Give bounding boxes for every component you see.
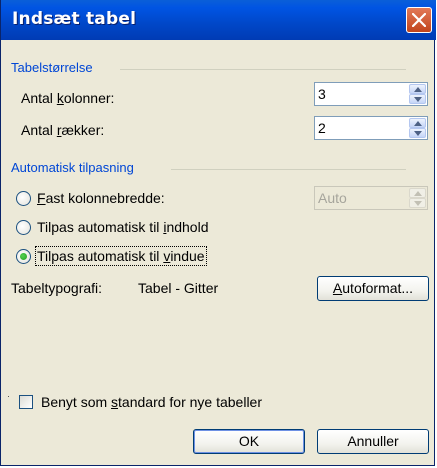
rows-label: Antal rækker:: [21, 122, 105, 138]
section-divider: [171, 169, 406, 170]
table-style-label: Tabeltypografi:: [11, 280, 103, 296]
fixed-width-increment-button: [409, 188, 426, 198]
cancel-button[interactable]: Annuller: [317, 429, 429, 454]
rows-value: 2: [318, 120, 326, 136]
autofit-content-radio[interactable]: [16, 220, 31, 235]
autofit-content-label[interactable]: Tilpas automatisk til indhold: [37, 219, 208, 235]
table-style-value: Tabel - Gitter: [138, 280, 219, 296]
set-default-label[interactable]: Benyt som standard for nye tabeller: [41, 394, 262, 410]
autofit-window-label[interactable]: Tilpas automatisk til vindue: [35, 246, 207, 266]
set-default-checkbox[interactable]: [19, 395, 33, 409]
chevron-up-icon: [414, 191, 422, 196]
fixed-width-spinner: Auto: [314, 186, 428, 210]
columns-spin-arrows: [409, 84, 426, 104]
fixed-width-spin-arrows: [409, 188, 426, 208]
window-title: Indsæt tabel: [12, 9, 137, 29]
fixed-width-decrement-button: [409, 198, 426, 208]
radio-selected-dot: [20, 253, 27, 260]
chevron-down-icon: [414, 131, 422, 136]
rows-spin-arrows: [409, 118, 426, 138]
insert-table-dialog: Indsæt tabel Tabelstørrelse Antal kolonn…: [0, 0, 436, 466]
chevron-down-icon: [414, 201, 422, 206]
section-divider: [120, 69, 406, 70]
autofit-window-radio[interactable]: [16, 249, 31, 264]
title-bar[interactable]: Indsæt tabel: [1, 0, 436, 40]
chevron-up-icon: [414, 121, 422, 126]
close-icon: [412, 13, 426, 27]
columns-value: 3: [318, 86, 326, 102]
section-title-table-size: Tabelstørrelse: [11, 60, 93, 75]
autoformat-button[interactable]: Autoformat...: [317, 276, 429, 301]
close-button[interactable]: [406, 7, 432, 33]
fixed-width-value: Auto: [318, 190, 347, 206]
columns-increment-button[interactable]: [409, 84, 426, 94]
section-title-autofit: Automatisk tilpasning: [11, 160, 134, 175]
columns-label: Antal kolonner:: [21, 90, 115, 106]
rows-spinner[interactable]: 2: [314, 116, 428, 140]
stray-dot: [8, 396, 9, 397]
chevron-up-icon: [414, 87, 422, 92]
ok-button[interactable]: OK: [193, 429, 305, 454]
rows-decrement-button[interactable]: [409, 128, 426, 138]
dialog-body: Tabelstørrelse Antal kolonner: 3 Antal r…: [1, 40, 434, 464]
columns-spinner[interactable]: 3: [314, 82, 428, 106]
fixed-width-radio[interactable]: [16, 191, 31, 206]
rows-increment-button[interactable]: [409, 118, 426, 128]
columns-decrement-button[interactable]: [409, 94, 426, 104]
chevron-down-icon: [414, 97, 422, 102]
fixed-width-label[interactable]: Fast kolonnebredde:: [37, 190, 165, 206]
